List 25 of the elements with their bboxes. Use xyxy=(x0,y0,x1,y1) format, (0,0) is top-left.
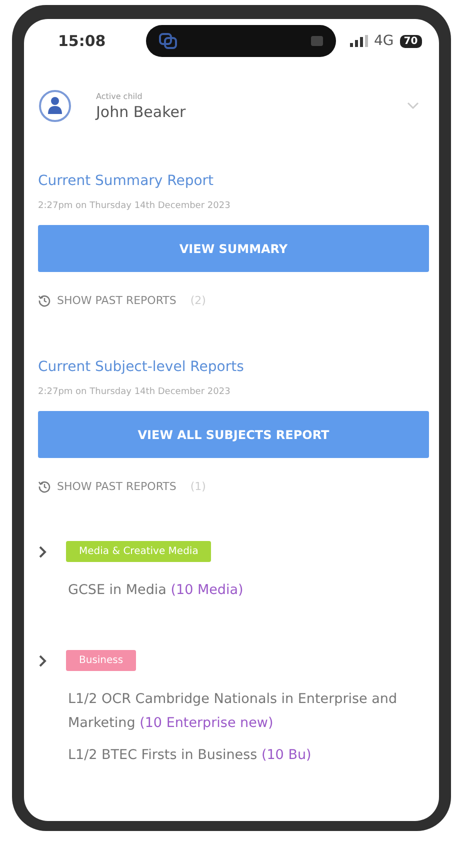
signal-icon xyxy=(350,35,368,47)
overlapping-squares-icon xyxy=(158,32,178,50)
screen-record-icon xyxy=(310,35,324,47)
show-past-reports-link[interactable]: SHOW PAST REPORTS xyxy=(57,294,176,307)
view-report-button[interactable]: VIEW ALL SUBJECTS REPORT xyxy=(38,411,429,458)
section-title: Current Summary Report xyxy=(38,173,215,189)
subject-tag: Media & Creative Media xyxy=(66,541,212,562)
subject-tag: Business xyxy=(66,650,136,671)
child-dropdown[interactable]: Active child John Beaker xyxy=(96,92,383,120)
section-title: Current Subject-level Reports xyxy=(38,359,245,375)
course-name: GCSE in Media (10 Media) xyxy=(68,581,244,600)
history-icon xyxy=(38,480,51,493)
network-type: 4G xyxy=(374,33,394,49)
course-name: L1/2 OCR Cambridge Nationals in Enterprise and Marketing (10 Enterprise new) xyxy=(68,690,398,733)
history-icon xyxy=(38,294,51,307)
report-timestamp: 2:27pm on Thursday 14th December 2023 xyxy=(38,201,232,211)
course-name: L1/2 BTEC Firsts in Business (10 Bu) xyxy=(68,746,312,765)
show-past-reports-link[interactable]: SHOW PAST REPORTS xyxy=(57,480,176,493)
user-avatar-icon xyxy=(38,89,72,123)
chevron-icon[interactable] xyxy=(38,544,48,558)
battery-level: 70 xyxy=(400,34,422,48)
chevron-icon[interactable] xyxy=(38,654,48,668)
report-timestamp: 2:27pm on Thursday 14th December 2023 xyxy=(38,387,232,397)
clock-time: 15:08 xyxy=(58,32,107,50)
view-report-button[interactable]: VIEW SUMMARY xyxy=(38,225,429,272)
